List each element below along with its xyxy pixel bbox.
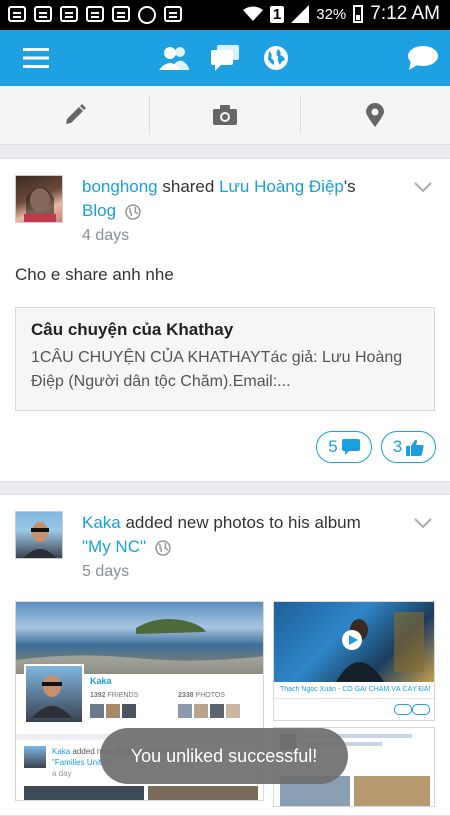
shared-blog-card[interactable]: Câu chuyện của Khathay 1CÂU CHUYỆN CỦA K…	[15, 307, 435, 411]
camera-icon	[212, 105, 237, 125]
explore-button[interactable]	[254, 30, 298, 86]
comments-button[interactable]: 5	[316, 431, 372, 463]
top-nav-bar	[0, 30, 450, 86]
thumbs-up-icon	[406, 439, 424, 456]
check-in-button[interactable]	[301, 86, 450, 144]
post-options-button[interactable]	[414, 179, 432, 197]
comment-count: 5	[328, 437, 338, 456]
photo-thumbs	[178, 704, 240, 718]
post-time: 5 days	[82, 563, 130, 580]
attachment-title: Câu chuyện của Khathay	[31, 320, 234, 339]
messages-button[interactable]	[203, 30, 247, 86]
sync-icon	[138, 6, 156, 24]
friends-button[interactable]	[152, 30, 196, 86]
author-link[interactable]: Kaka	[82, 513, 121, 532]
public-globe-icon	[125, 203, 141, 220]
blog-link[interactable]: Blog	[82, 201, 116, 220]
notification-icons	[8, 6, 182, 24]
public-globe-icon	[155, 539, 171, 556]
location-pin-icon	[366, 103, 385, 127]
likes-button[interactable]: 3	[381, 431, 436, 463]
target-owner-link[interactable]: Lưu Hoàng Điệp	[219, 177, 344, 196]
friends-icon	[159, 47, 189, 70]
thumb-profile-name: Kaka	[90, 676, 112, 686]
menu-icon	[23, 48, 49, 68]
notification-icon	[112, 6, 130, 22]
like-count: 3	[392, 437, 403, 456]
author-link[interactable]: bonghong	[82, 177, 158, 196]
avatar-photo	[23, 522, 57, 558]
friend-thumbs	[90, 704, 136, 718]
comment-icon	[341, 439, 360, 455]
notification-icon	[34, 6, 52, 22]
post-options-button[interactable]	[414, 515, 432, 533]
notification-icon	[60, 6, 78, 22]
notification-icon	[86, 6, 104, 22]
thumb-friends: 1392 FRIENDS	[90, 692, 138, 699]
status-bar: 1 32% 7:12 AM	[0, 0, 450, 30]
messages-icon	[211, 45, 239, 71]
album-photo[interactable]: Thạch Ngọc Xuân - CÔ GÁI CHĂM VÀ CÂY ĐÀN…	[273, 601, 435, 721]
menu-button[interactable]	[10, 30, 62, 86]
album-link[interactable]: "My NC"	[82, 537, 146, 556]
feed-post: bonghong shared Lưu Hoàng Điệp's Blog 4 …	[0, 158, 450, 482]
chevron-down-icon	[414, 182, 432, 193]
post-action: shared	[157, 177, 220, 196]
chat-button[interactable]	[400, 30, 446, 86]
toast-message: You unliked successful!	[100, 728, 348, 784]
photos-count: 2338	[178, 692, 194, 699]
avatar-photo	[24, 187, 56, 222]
post-header: Kaka added new photos to his album "My N…	[82, 511, 410, 559]
video-thumbnail	[274, 602, 434, 682]
avatar[interactable]	[15, 511, 63, 559]
thumb-sub-time: a day	[52, 769, 72, 778]
globe-icon	[264, 46, 288, 70]
friends-count: 1392	[90, 692, 106, 699]
photo-post-button[interactable]	[150, 86, 299, 144]
thumb-caption: Thạch Ngọc Xuân - CÔ GÁI CHĂM VÀ CÂY ĐÀN…	[280, 686, 430, 693]
attachment-description: 1CÂU CHUYỆN CỦA KHATHAYTác giả: Lưu Hoàn…	[31, 349, 403, 390]
post-body: Cho e share anh nhe	[15, 265, 174, 284]
thumb-sub-name: Kaka	[52, 747, 71, 756]
thumb-sub-avatar	[24, 746, 46, 768]
post-header: bonghong shared Lưu Hoàng Điệp's Blog	[82, 175, 410, 223]
wifi-icon	[242, 6, 263, 21]
chat-bubble-icon	[408, 46, 438, 70]
write-post-button[interactable]	[0, 86, 149, 144]
messenger-notification-icon	[8, 6, 26, 22]
sim-indicator: 1	[269, 5, 285, 23]
thumb-photos: 2338 PHOTOS	[178, 692, 225, 699]
battery-percent: 32%	[316, 5, 347, 23]
profile-thumbnail	[24, 664, 84, 724]
post-time: 4 days	[82, 227, 130, 244]
composer-bar	[0, 86, 450, 145]
photos-label: PHOTOS	[195, 692, 225, 699]
friends-label: FRIENDS	[107, 692, 139, 699]
chevron-down-icon	[414, 518, 432, 529]
clock: 7:12 AM	[370, 3, 440, 24]
battery-icon	[353, 5, 364, 23]
possessive: 's	[343, 177, 356, 196]
signal-icon	[291, 5, 310, 23]
post-action: added new photos to his album	[120, 513, 361, 532]
notification-icon	[164, 6, 182, 22]
avatar[interactable]	[15, 175, 63, 223]
pencil-icon	[65, 104, 86, 124]
